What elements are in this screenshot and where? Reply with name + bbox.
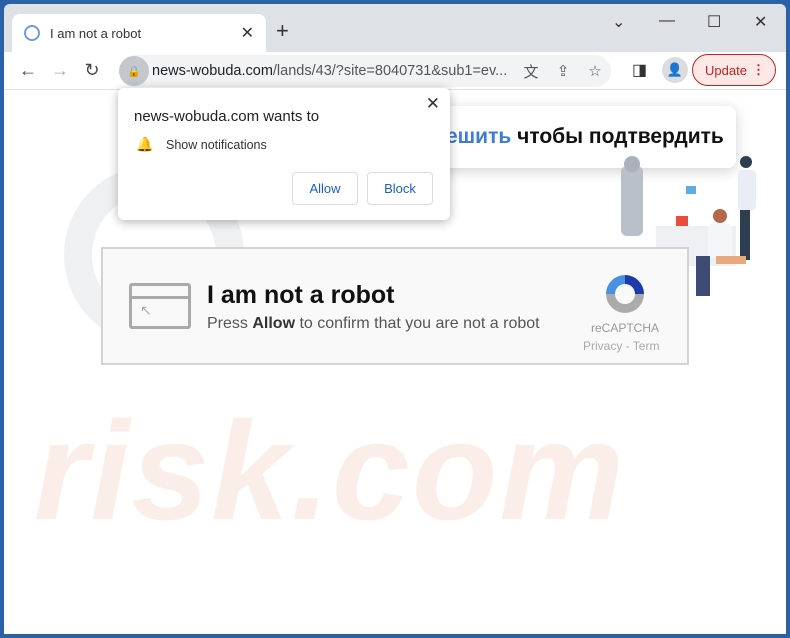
forward-icon[interactable]: → [44, 60, 76, 81]
captcha-subtitle: Press Allow to confirm that you are not … [207, 315, 540, 333]
allow-button[interactable]: Allow [292, 172, 358, 205]
browser-window: I am not a robot ✕ + ⌄ — ☐ ✕ ← → ↻ 🔒 new… [4, 4, 786, 634]
captcha-title: I am not a robot [207, 281, 395, 309]
sub-post: to confirm that you are not a robot [295, 315, 540, 332]
share-icon[interactable]: ⇪ [547, 62, 579, 80]
update-button[interactable]: Update ⋮ [692, 54, 776, 86]
address-bar[interactable]: 🔒 news-wobuda.com/lands/43/?site=8040731… [119, 55, 611, 87]
lock-icon[interactable]: 🔒 [119, 56, 149, 86]
translate-icon[interactable]: 文 [515, 61, 547, 82]
banner-highlight: ешить [446, 125, 512, 148]
back-icon[interactable]: ← [12, 60, 44, 81]
new-tab-icon[interactable]: + [276, 18, 289, 44]
close-window-icon[interactable]: ✕ [754, 12, 767, 32]
favicon-icon [24, 25, 40, 41]
fake-captcha-box[interactable]: ↖ I am not a robot Press Allow to confir… [101, 247, 689, 365]
sub-pre: Press [207, 315, 253, 332]
url-path: /lands/43/?site=8040731&sub1=ev... [272, 63, 508, 79]
close-icon[interactable]: ✕ [426, 94, 440, 114]
profile-icon[interactable]: 👤 [662, 57, 688, 83]
bell-icon: 🔔 [136, 136, 154, 152]
url-text[interactable]: news-wobuda.com/lands/43/?site=8040731&s… [152, 63, 515, 79]
page-content: risk.com ешить чтобы подтвердить ↖ I am … [4, 88, 786, 634]
tab-bar: I am not a robot ✕ + ⌄ — ☐ ✕ [4, 4, 786, 52]
recaptcha-logo-icon [606, 275, 644, 313]
url-domain: news-wobuda.com [152, 63, 273, 79]
sub-bold: Allow [252, 315, 296, 332]
watermark-text: risk.com [34, 392, 626, 549]
banner-text: чтобы подтвердить [511, 125, 724, 148]
privacy-terms-link[interactable]: Privacy - Term [583, 339, 659, 353]
popup-title: news-wobuda.com wants to [134, 108, 320, 125]
star-icon[interactable]: ☆ [579, 62, 611, 80]
block-button[interactable]: Block [367, 172, 433, 205]
browser-window-icon: ↖ [129, 283, 191, 329]
minimize-icon[interactable]: — [659, 12, 675, 30]
menu-icon[interactable]: ⋮ [752, 62, 765, 78]
notification-permission-popup: news-wobuda.com wants to ✕ 🔔 Show notifi… [118, 88, 450, 220]
toolbar: ← → ↻ 🔒 news-wobuda.com/lands/43/?site=8… [4, 52, 786, 90]
permission-text: Show notifications [166, 138, 267, 152]
maximize-icon[interactable]: ☐ [707, 12, 721, 32]
close-tab-icon[interactable]: ✕ [241, 23, 254, 43]
reload-icon[interactable]: ↻ [76, 60, 108, 81]
tab-title: I am not a robot [50, 25, 142, 41]
recaptcha-label: reCAPTCHA [591, 321, 660, 335]
update-label: Update [705, 62, 747, 78]
side-panel-icon[interactable]: ◨ [632, 60, 647, 80]
tab-active[interactable]: I am not a robot ✕ [12, 14, 266, 52]
tab-search-icon[interactable]: ⌄ [612, 12, 625, 32]
